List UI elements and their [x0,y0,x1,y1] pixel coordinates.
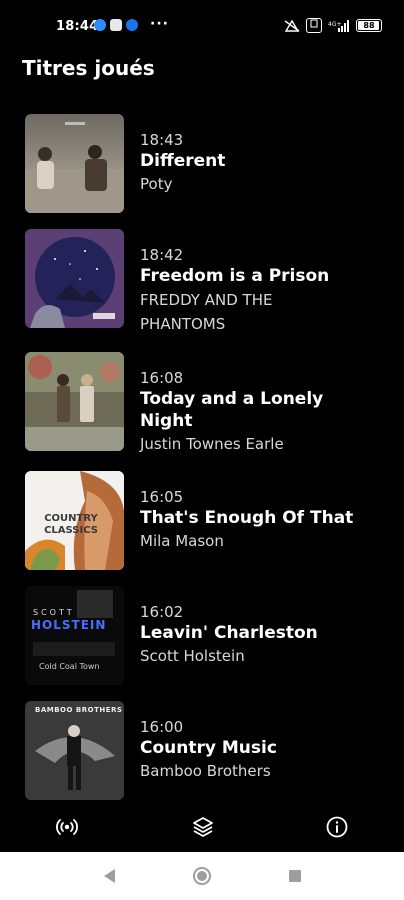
album-cover [25,114,124,213]
album-cover: COUNTRY CLASSICS [25,471,124,570]
home-circle-icon [193,867,211,885]
gallery-app-icon [110,19,122,31]
track-title: Leavin' Charleston [140,623,318,643]
recents-square-icon [289,870,301,882]
bottom-tab-bar [0,806,404,850]
track-item[interactable]: 18:42 Freedom is a Prison FREDDY AND THE… [25,229,385,336]
track-item[interactable]: 18:43 Different Poty [25,114,385,213]
track-info: 16:08 Today and a Lonely Night Justin To… [140,352,340,455]
nav-back-button[interactable] [100,866,118,890]
track-title: Freedom is a Prison [140,266,330,286]
track-item[interactable]: SCOTT HOLSTEIN Cold Coal Town 16:02 Leav… [25,586,385,685]
album-cover [25,229,124,328]
messenger-icon [94,19,106,31]
album-cover [25,352,124,451]
track-time: 18:42 [140,246,184,264]
track-item[interactable]: COUNTRY CLASSICS 16:05 That's Enough Of … [25,471,385,570]
track-info: 18:42 Freedom is a Prison FREDDY AND THE… [140,229,329,336]
tab-info[interactable] [322,812,352,842]
track-title: Different [140,151,226,171]
track-artist: Poty [140,175,173,193]
tab-live-radio[interactable] [52,812,82,842]
system-navigation-bar [0,852,404,900]
tab-history[interactable] [188,812,218,842]
radio-broadcast-icon [56,819,78,835]
nav-home-button[interactable] [192,866,212,890]
played-tracks-list: 18:43 Different Poty 18:42 Freedom is a … [25,114,385,816]
cover-text: BAMBOO BROTHERS [35,706,123,714]
track-info: 16:05 That's Enough Of That Mila Mason [140,471,353,552]
album-cover: SCOTT HOLSTEIN Cold Coal Town [25,586,124,685]
track-title: That's Enough Of That [140,508,354,528]
signal-icon: 4G+ [328,19,349,32]
sim-badge-icon [306,18,322,33]
track-time: 16:05 [140,488,184,506]
track-time: 18:43 [140,131,184,149]
track-title: Today and a Lonely Night [140,389,324,431]
back-triangle-icon [104,869,115,883]
track-time: 16:02 [140,603,184,621]
album-cover: BAMBOO BROTHERS [25,701,124,800]
track-time: 16:00 [140,718,184,736]
track-info: 16:00 Country Music Bamboo Brothers [140,701,277,782]
status-right: 4G+ 88 [284,18,382,33]
track-artist: Mila Mason [140,532,224,550]
layers-icon [193,817,213,837]
info-icon [326,816,348,838]
track-item[interactable]: 16:08 Today and a Lonely Night Justin To… [25,352,385,455]
track-item[interactable]: BAMBOO BROTHERS 16:00 Country Music Bamb… [25,701,385,800]
status-bar: 18:44 ··· 4G+ 88 [0,0,404,52]
track-info: 18:43 Different Poty [140,114,225,195]
track-artist: Scott Holstein [140,647,245,665]
status-time: 18:44 [56,19,99,34]
battery-level: 88 [363,21,375,30]
battery-icon: 88 [356,19,382,32]
notification-icons [94,19,138,31]
track-info: 16:02 Leavin' Charleston Scott Holstein [140,586,318,667]
more-notifications-icon: ··· [150,16,169,32]
track-artist: FREDDY AND THE PHANTOMS [140,291,273,333]
phone-app-icon [126,19,138,31]
track-artist: Bamboo Brothers [140,762,271,780]
track-time: 16:08 [140,369,184,387]
no-sim-icon [284,19,300,32]
network-label: 4G+ [328,21,342,28]
cover-text: COUNTRY CLASSICS [44,513,98,536]
nav-recents-button[interactable] [286,866,304,890]
page-title: Titres joués [22,56,155,80]
track-artist: Justin Townes Earle [140,435,284,453]
track-title: Country Music [140,738,277,758]
